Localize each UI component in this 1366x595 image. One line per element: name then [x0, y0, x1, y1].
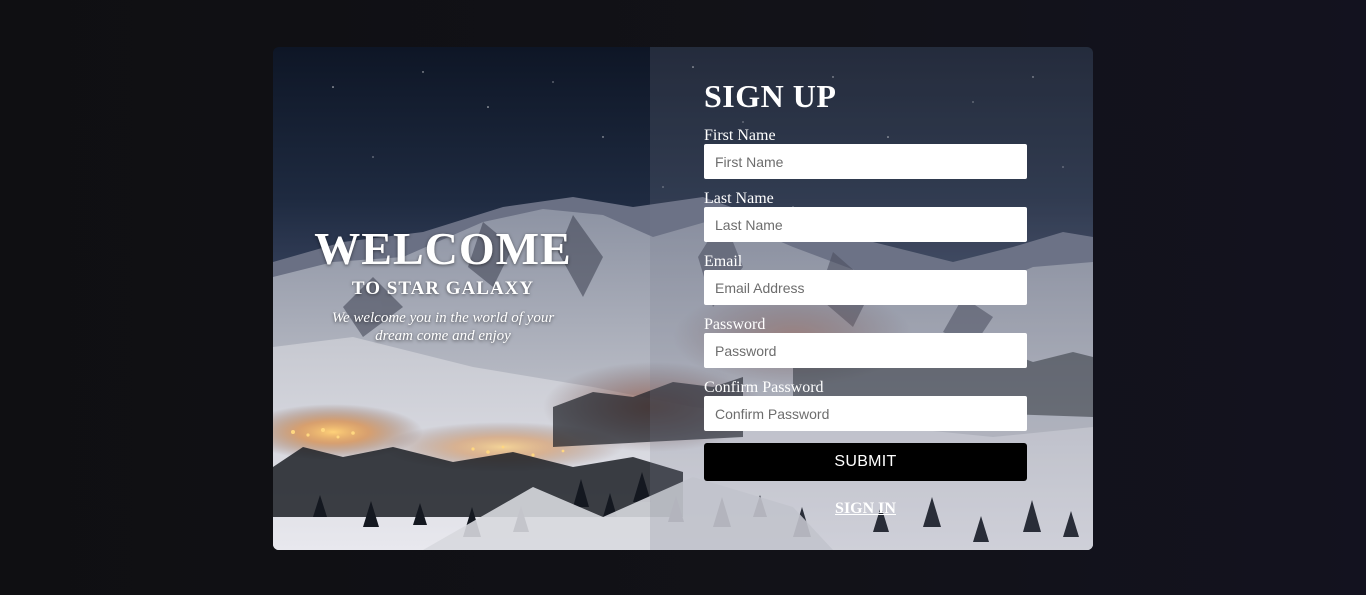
email-input[interactable]: [704, 270, 1027, 305]
welcome-tagline: We welcome you in the world of your drea…: [331, 310, 555, 344]
password-label: Password: [704, 316, 766, 333]
first-name-label: First Name: [704, 127, 776, 144]
confirm-password-label: Confirm Password: [704, 379, 824, 396]
submit-button[interactable]: SUBMIT: [704, 443, 1027, 481]
confirm-password-input[interactable]: [704, 396, 1027, 431]
first-name-field-group: First Name: [704, 128, 1027, 179]
welcome-subtitle: TO STAR GALAXY: [351, 278, 535, 299]
signup-form: SIGN UP First Name Last Name Email Passw…: [704, 77, 1027, 518]
password-input[interactable]: [704, 333, 1027, 368]
welcome-title: WELCOME: [314, 223, 572, 274]
signup-card: WELCOME TO STAR GALAXY We welcome you in…: [273, 47, 1093, 550]
first-name-input[interactable]: [704, 144, 1027, 179]
email-field-group: Email: [704, 254, 1027, 305]
last-name-field-group: Last Name: [704, 191, 1027, 242]
signup-heading: SIGN UP: [704, 78, 837, 114]
last-name-input[interactable]: [704, 207, 1027, 242]
email-label: Email: [704, 253, 743, 270]
last-name-label: Last Name: [704, 190, 774, 207]
password-field-group: Password: [704, 317, 1027, 368]
confirm-password-field-group: Confirm Password: [704, 380, 1027, 431]
welcome-section: WELCOME TO STAR GALAXY We welcome you in…: [273, 223, 613, 345]
sign-in-link[interactable]: SIGN IN: [704, 500, 1027, 518]
